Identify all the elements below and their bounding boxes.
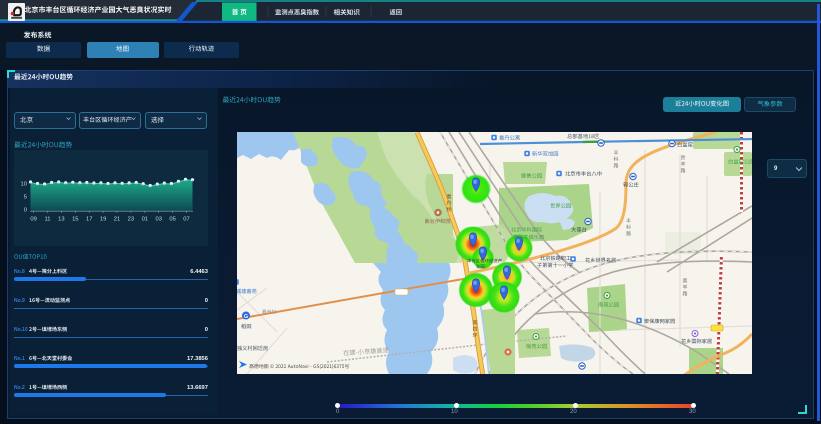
svg-text:09: 09: [30, 217, 36, 223]
svg-text:23: 23: [128, 217, 134, 223]
svg-text:10: 10: [21, 181, 27, 187]
svg-text:0: 0: [24, 207, 27, 213]
svg-text:5: 5: [24, 194, 27, 200]
svg-text:17: 17: [86, 217, 92, 223]
svg-text:19: 19: [100, 217, 106, 223]
svg-text:21: 21: [114, 217, 120, 223]
svg-text:13: 13: [58, 217, 64, 223]
svg-text:03: 03: [155, 217, 161, 223]
svg-text:11: 11: [44, 217, 50, 223]
svg-text:07: 07: [183, 217, 189, 223]
svg-text:G: G: [244, 314, 248, 320]
svg-text:15: 15: [72, 217, 78, 223]
svg-text:05: 05: [169, 217, 175, 223]
svg-text:01: 01: [142, 217, 148, 223]
